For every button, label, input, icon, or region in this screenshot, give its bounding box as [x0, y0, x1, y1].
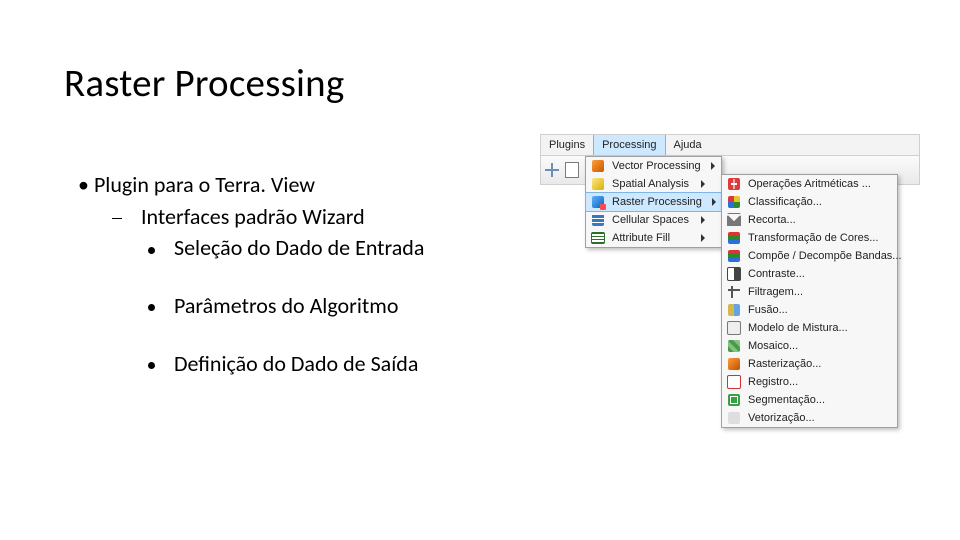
dd2-item-1[interactable]: Classificação...: [722, 193, 897, 211]
dd2-label-8: Modelo de Mistura...: [748, 322, 881, 334]
dd2-item-2[interactable]: Recorta...: [722, 211, 897, 229]
ic-arit-icon: [726, 176, 742, 192]
ic-mos-icon: [726, 338, 742, 354]
dd1-label-1: Spatial Analysis: [612, 178, 691, 190]
dd2-item-8[interactable]: Modelo de Mistura...: [722, 319, 897, 337]
dd2-item-9[interactable]: Mosaico...: [722, 337, 897, 355]
ic-attr-icon: [590, 230, 606, 246]
dd2-label-5: Contraste...: [748, 268, 881, 280]
dd1-label-2: Raster Processing: [612, 196, 702, 208]
bullet-lvl3a-text: Seleção do Dado de Entrada: [174, 234, 424, 261]
dd2-item-3[interactable]: Transformação de Cores...: [722, 229, 897, 247]
ic-mix-icon: [726, 320, 742, 336]
ic-raster-icon: [590, 194, 606, 210]
embedded-screenshot: Plugins Processing Ajuda Vector Processi…: [540, 134, 920, 185]
dd1-item-0[interactable]: Vector Processing: [586, 157, 721, 175]
submenu-arrow-icon: [701, 216, 705, 224]
menubar: Plugins Processing Ajuda: [540, 134, 920, 156]
submenu-arrow-icon: [711, 162, 715, 170]
ic-bandas-icon: [726, 230, 742, 246]
ic-recorta-icon: [726, 212, 742, 228]
menu-ajuda[interactable]: Ajuda: [666, 135, 710, 155]
ic-rast-icon: [726, 356, 742, 372]
slide-title: Raster Processing: [64, 60, 344, 107]
ic-vet-icon: [726, 410, 742, 426]
dd2-label-2: Recorta...: [748, 214, 881, 226]
dd1-label-4: Attribute Fill: [612, 232, 691, 244]
slide: Raster Processing • Plugin para o Terra.…: [0, 0, 960, 540]
dd2-label-6: Filtragem...: [748, 286, 881, 298]
dd2-item-7[interactable]: Fusão...: [722, 301, 897, 319]
bullet-lvl3a: Seleção do Dado de Entrada: [148, 233, 424, 263]
menu-plugins[interactable]: Plugins: [541, 135, 593, 155]
bullet-lvl3c: Definição do Dado de Saída: [148, 349, 424, 379]
dd2-item-6[interactable]: Filtragem...: [722, 283, 897, 301]
dd2-item-12[interactable]: Segmentação...: [722, 391, 897, 409]
submenu-arrow-icon: [701, 234, 705, 242]
dd2-item-11[interactable]: Registro...: [722, 373, 897, 391]
menu-processing[interactable]: Processing: [593, 135, 665, 155]
bullet-lvl2: Interfaces padrão Wizard: [112, 202, 424, 232]
bullet-lvl3b: Parâmetros do Algoritmo: [148, 291, 424, 321]
dd2-label-9: Mosaico...: [748, 340, 881, 352]
ic-fusao-icon: [726, 302, 742, 318]
dd2-label-7: Fusão...: [748, 304, 881, 316]
new-doc-icon[interactable]: [565, 162, 579, 178]
dd2-label-1: Classificação...: [748, 196, 881, 208]
dd1-item-2[interactable]: Raster Processing: [585, 192, 722, 212]
dd2-label-10: Rasterização...: [748, 358, 881, 370]
dd2-item-4[interactable]: Compõe / Decompõe Bandas...: [722, 247, 897, 265]
dropdown-raster-processing: Operações Aritméticas ... Classificação..…: [721, 174, 898, 428]
dd2-label-12: Segmentação...: [748, 394, 881, 406]
slide-body: • Plugin para o Terra. View Interfaces p…: [78, 170, 424, 380]
dd1-label-3: Cellular Spaces: [612, 214, 691, 226]
dd2-label-3: Transformação de Cores...: [748, 232, 881, 244]
ic-cell-icon: [590, 212, 606, 228]
dropdown-processing: Vector Processing Spatial Analysis Raster …: [585, 156, 722, 248]
bullet-lvl1: • Plugin para o Terra. View: [78, 170, 424, 200]
move-icon[interactable]: [545, 163, 559, 177]
dd2-item-0[interactable]: Operações Aritméticas ...: [722, 175, 897, 193]
bullet-lvl3c-text: Definição do Dado de Saída: [174, 350, 418, 377]
ic-class-icon: [726, 194, 742, 210]
dd2-label-13: Vetorização...: [748, 412, 881, 424]
dd2-item-13[interactable]: Vetorização...: [722, 409, 897, 427]
dd1-item-1[interactable]: Spatial Analysis: [586, 175, 721, 193]
submenu-arrow-icon: [701, 180, 705, 188]
ic-bandas-icon: [726, 248, 742, 264]
dd2-item-5[interactable]: Contraste...: [722, 265, 897, 283]
dd1-item-3[interactable]: Cellular Spaces: [586, 211, 721, 229]
bullet-lvl2-text: Interfaces padrão Wizard: [141, 203, 365, 230]
ic-filt-icon: [726, 284, 742, 300]
dd2-item-10[interactable]: Rasterização...: [722, 355, 897, 373]
ic-reg-icon: [726, 374, 742, 390]
dd1-item-4[interactable]: Attribute Fill: [586, 229, 721, 247]
dd2-label-0: Operações Aritméticas ...: [748, 178, 881, 190]
ic-seg-icon: [726, 392, 742, 408]
dd2-label-11: Registro...: [748, 376, 881, 388]
bullet-lvl3b-text: Parâmetros do Algoritmo: [174, 292, 398, 319]
bullet-lvl1-text: Plugin para o Terra. View: [94, 171, 315, 198]
dd2-label-4: Compõe / Decompõe Bandas...: [748, 250, 901, 262]
dd1-label-0: Vector Processing: [612, 160, 701, 172]
submenu-arrow-icon: [712, 198, 716, 206]
ic-contr-icon: [726, 266, 742, 282]
ic-spatial-icon: [590, 176, 606, 192]
ic-vector-icon: [590, 158, 606, 174]
